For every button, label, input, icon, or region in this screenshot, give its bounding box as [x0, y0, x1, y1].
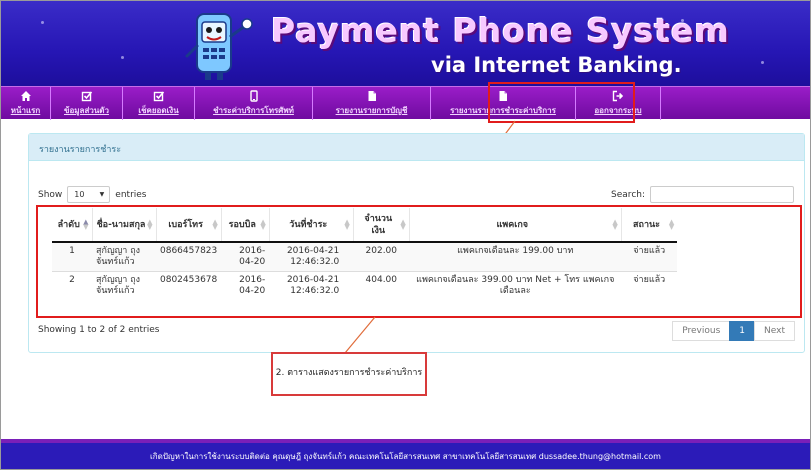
page-button-current[interactable]: 1 — [729, 321, 756, 341]
nav-item-home[interactable]: หน้าแรก — [1, 87, 51, 120]
app-window: Payment Phone System via Internet Bankin… — [0, 0, 811, 470]
nav-item-profile[interactable]: ข้อมูลส่วนตัว — [51, 87, 123, 120]
app-subtitle: via Internet Banking. — [431, 53, 682, 77]
previous-page-button[interactable]: Previous — [672, 321, 731, 341]
entries-label: entries — [115, 189, 147, 200]
nav-item-label: ข้อมูลส่วนตัว — [64, 106, 109, 115]
main-nav: หน้าแรก ข้อมูลส่วนตัว เช็คยอดเงิน ชำระค่… — [1, 86, 810, 120]
file-icon — [368, 91, 376, 101]
home-icon — [20, 91, 31, 101]
annotation-highlight-menu — [488, 82, 635, 123]
nav-item-pay-phone[interactable]: ชำระค่าบริการโทรศัพท์ — [195, 87, 313, 120]
annotation-callout-2: 2. ตารางแสดงรายการชำระค่าบริการ — [271, 352, 427, 396]
nav-item-label: หน้าแรก — [10, 106, 41, 115]
sparkle — [41, 21, 44, 24]
phone-icon — [249, 90, 258, 102]
chevron-down-icon: ▼ — [99, 191, 105, 198]
sparkle — [121, 56, 124, 59]
annotation-highlight-table — [36, 205, 802, 318]
show-label: Show — [38, 189, 63, 200]
page-length-control: Show 10 ▼ entries — [38, 186, 147, 203]
sparkle — [761, 61, 764, 64]
header-banner: Payment Phone System via Internet Bankin… — [1, 1, 810, 86]
nav-item-label: รายงานรายการบัญชี — [335, 106, 408, 115]
entries-select[interactable]: 10 ▼ — [67, 186, 111, 203]
search-control: Search: — [611, 186, 794, 203]
nav-item-label: เช็คยอดเงิน — [138, 106, 179, 115]
nav-item-label: ชำระค่าบริการโทรศัพท์ — [213, 106, 294, 115]
pagination: Previous 1 Next — [672, 321, 795, 341]
search-input[interactable] — [650, 186, 794, 203]
phone-mascot-logo — [185, 13, 253, 80]
footer: เกิดปัญหาในการใช้งานระบบติดต่อ คุณดุษฎี … — [1, 439, 810, 469]
entries-value: 10 — [74, 190, 85, 199]
check-square-icon — [153, 91, 164, 102]
nav-item-check-balance[interactable]: เช็คยอดเงิน — [123, 87, 195, 120]
annotation-arrow — [344, 316, 376, 354]
nav-item-account-report[interactable]: รายงานรายการบัญชี — [313, 87, 431, 120]
app-title: Payment Phone System — [271, 11, 730, 50]
next-page-button[interactable]: Next — [754, 321, 795, 341]
panel-heading: รายงานรายการชำระ — [29, 134, 804, 161]
check-square-icon — [81, 91, 92, 102]
table-info: Showing 1 to 2 of 2 entries — [38, 325, 160, 335]
search-label: Search: — [611, 189, 645, 200]
